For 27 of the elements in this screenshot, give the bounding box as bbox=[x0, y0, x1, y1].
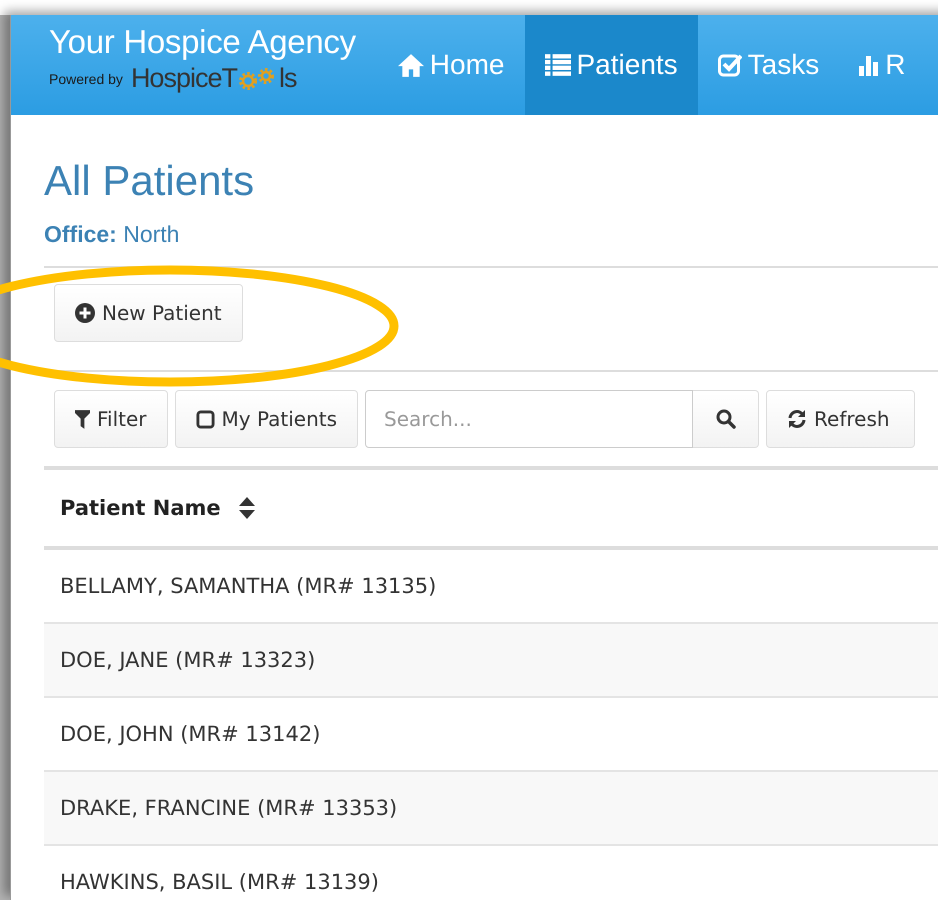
patient-name[interactable]: DOE, JOHN (MR# 13142) bbox=[60, 722, 320, 746]
column-header[interactable]: Patient Name bbox=[60, 496, 255, 520]
plus-circle-icon bbox=[75, 303, 95, 323]
office-label: Office: North bbox=[44, 221, 180, 248]
bar-chart-icon bbox=[859, 54, 880, 76]
my-patients-toggle[interactable]: My Patients bbox=[174, 390, 358, 448]
home-icon bbox=[398, 53, 424, 77]
filter-icon bbox=[75, 410, 90, 428]
checkbox-icon bbox=[718, 53, 742, 77]
powered-by-text: Powered by bbox=[49, 70, 123, 86]
patient-name[interactable]: BELLAMY, SAMANTHA (MR# 13135) bbox=[60, 574, 436, 598]
patient-name[interactable]: HAWKINS, BASIL (MR# 13139) bbox=[60, 870, 379, 894]
patient-name[interactable]: DOE, JANE (MR# 13323) bbox=[60, 648, 316, 672]
new-patient-button[interactable]: New Patient bbox=[54, 284, 243, 342]
nav-tab[interactable]: Patients bbox=[524, 15, 698, 115]
filter-button[interactable]: Filter bbox=[54, 390, 168, 448]
refresh-button[interactable]: Refresh bbox=[766, 390, 915, 448]
logo-text: HospiceT bbox=[130, 63, 237, 94]
list-icon bbox=[544, 54, 570, 76]
search-button[interactable] bbox=[693, 390, 760, 448]
page-title: All Patients bbox=[44, 157, 256, 205]
sort-icon bbox=[238, 497, 255, 519]
search-field[interactable]: Search... bbox=[365, 390, 694, 448]
logo-text: ls bbox=[278, 63, 296, 94]
patient-name[interactable]: DRAKE, FRANCINE (MR# 13353) bbox=[60, 796, 398, 820]
refresh-icon bbox=[787, 409, 808, 429]
search-icon bbox=[716, 409, 736, 429]
